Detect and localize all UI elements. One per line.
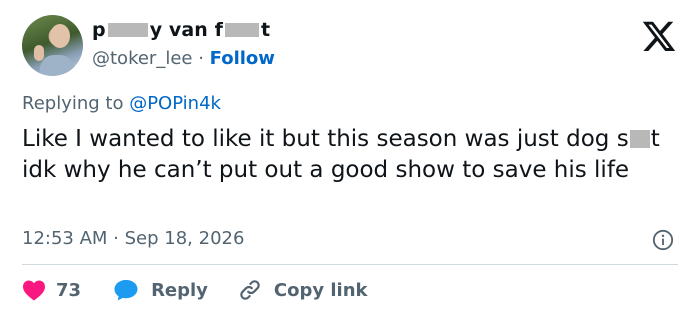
copy-link-label: Copy link <box>273 279 368 301</box>
mention-link[interactable]: @POPin4k <box>129 93 221 114</box>
x-logo-icon[interactable] <box>640 18 678 54</box>
divider <box>22 264 678 265</box>
display-name-start: p <box>92 19 106 41</box>
replying-prefix: Replying to <box>22 93 130 114</box>
user-handle[interactable]: @toker_lee <box>92 48 192 69</box>
avatar-hand <box>34 45 44 61</box>
avatar[interactable] <box>22 15 83 76</box>
like-button[interactable]: 73 <box>22 279 81 301</box>
handle-separator: · <box>192 48 210 69</box>
like-count: 73 <box>56 279 82 301</box>
reply-label: Reply <box>151 279 208 301</box>
avatar-shirt <box>40 55 74 76</box>
tweet-text-part1: Like I wanted to like it but this season… <box>22 126 629 152</box>
follow-button[interactable]: Follow <box>210 48 275 69</box>
heart-icon <box>23 280 45 301</box>
handle-row: @toker_lee · Follow <box>92 48 275 69</box>
copy-link-button[interactable]: Copy link <box>238 278 368 302</box>
timestamp[interactable]: 12:53 AM · Sep 18, 2026 <box>22 228 244 249</box>
reply-button[interactable]: Reply <box>113 278 208 302</box>
display-name-middle: y van f <box>149 19 224 41</box>
display-name-row[interactable]: p y van f t <box>92 19 270 41</box>
tweet-date: Sep 18, 2026 <box>124 228 245 249</box>
time-separator: · <box>107 228 125 249</box>
action-bar: 73 Reply Copy link <box>22 276 368 304</box>
tweet-time: 12:53 AM <box>22 228 108 249</box>
display-name-end: t <box>261 19 271 41</box>
link-icon <box>240 280 260 300</box>
info-icon[interactable] <box>652 229 674 251</box>
text-redaction <box>629 130 650 148</box>
speech-bubble-icon <box>114 280 138 301</box>
name-redaction <box>225 23 260 37</box>
tweet-text: Like I wanted to like it but this season… <box>22 124 682 186</box>
replying-to: Replying to @POPin4k <box>22 93 221 114</box>
name-redaction <box>107 23 148 37</box>
avatar-head <box>50 24 70 48</box>
